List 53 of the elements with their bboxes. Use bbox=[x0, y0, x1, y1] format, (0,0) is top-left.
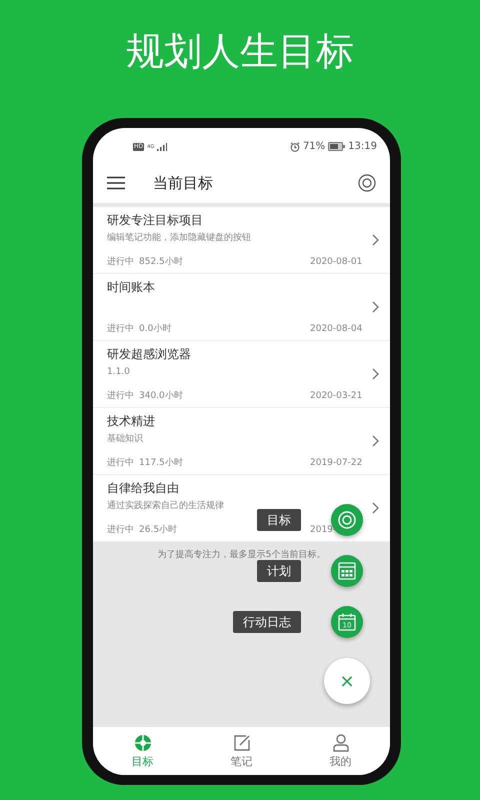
goal-hours: 117.5小时 bbox=[139, 457, 184, 469]
goal-title: 自律给我自由 bbox=[107, 480, 180, 496]
goal-title: 时间账本 bbox=[107, 279, 156, 295]
target-icon bbox=[338, 511, 356, 529]
goal-row[interactable]: 时间账本 进行中 0.0小时 2020-08-04 bbox=[93, 274, 390, 341]
chevron-icon bbox=[372, 368, 379, 380]
goal-title: 研发超感浏览器 bbox=[107, 346, 192, 362]
clock: 13:19 bbox=[348, 141, 377, 152]
battery-percent: 71% bbox=[302, 141, 326, 152]
goal-status: 进行中 bbox=[107, 390, 135, 402]
goal-title: 技术精进 bbox=[107, 413, 156, 429]
goal-date: 2020-08-04 bbox=[310, 324, 362, 334]
chevron-icon bbox=[372, 234, 379, 246]
battery-icon bbox=[328, 142, 346, 151]
edit-icon bbox=[232, 734, 250, 752]
alarm-icon bbox=[290, 142, 300, 152]
goal-status: 进行中 bbox=[107, 256, 135, 268]
goal-status: 进行中 bbox=[107, 323, 135, 335]
goal-hours: 340.0小时 bbox=[139, 390, 184, 402]
fab-label: 行动日志 bbox=[233, 611, 301, 633]
goal-title: 研发专注目标项目 bbox=[107, 212, 204, 228]
aperture-icon bbox=[134, 734, 152, 752]
goal-note: 编辑笔记功能，添加隐藏键盘的按钮 bbox=[107, 232, 252, 245]
person-icon bbox=[332, 734, 350, 752]
goal-row[interactable]: 研发专注目标项目 编辑笔记功能，添加隐藏键盘的按钮 进行中 852.5小时 2020-08-01 bbox=[93, 207, 390, 274]
signal-icon bbox=[157, 142, 168, 150]
goal-note: 通过实践探索自己的生活规律 bbox=[107, 500, 225, 513]
chevron-icon bbox=[372, 301, 379, 313]
goal-hours: 26.5小时 bbox=[139, 524, 178, 536]
hint-text: 为了提高专注力，最多显示5个当前目标。 bbox=[158, 548, 326, 561]
goal-date: 2019- bbox=[310, 525, 336, 535]
goal-status: 进行中 bbox=[107, 524, 135, 536]
nav-tab[interactable]: 笔记 bbox=[192, 727, 291, 775]
goal-hours: 852.5小时 bbox=[139, 256, 184, 268]
goal-status: 进行中 bbox=[107, 457, 135, 469]
fab-label: 计划 bbox=[257, 560, 301, 582]
goal-row[interactable]: 技术精进 基础知识 进行中 117.5小时 2019-07-22 bbox=[93, 408, 390, 475]
headline: 规划人生目标 bbox=[126, 28, 354, 74]
calendar-grid-icon bbox=[338, 562, 356, 580]
goal-date: 2020-03-21 bbox=[310, 391, 362, 401]
target-icon[interactable] bbox=[358, 174, 376, 192]
chevron-icon bbox=[372, 435, 379, 447]
fab-label: 目标 bbox=[257, 509, 301, 531]
goal-row[interactable]: 研发超感浏览器 1.1.0 进行中 340.0小时 2020-03-21 bbox=[93, 341, 390, 408]
goal-note: 1.1.0 bbox=[107, 366, 131, 379]
goal-date: 2019-07-22 bbox=[310, 458, 362, 468]
menu-icon[interactable] bbox=[107, 176, 125, 190]
goal-note: 基础知识 bbox=[107, 432, 144, 446]
nav-tab[interactable]: 我的 bbox=[291, 727, 390, 775]
screen-title: 当前目标 bbox=[153, 174, 214, 192]
goal-date: 2020-08-01 bbox=[310, 257, 362, 267]
chevron-icon bbox=[372, 502, 379, 514]
goal-hours: 0.0小时 bbox=[139, 323, 172, 335]
